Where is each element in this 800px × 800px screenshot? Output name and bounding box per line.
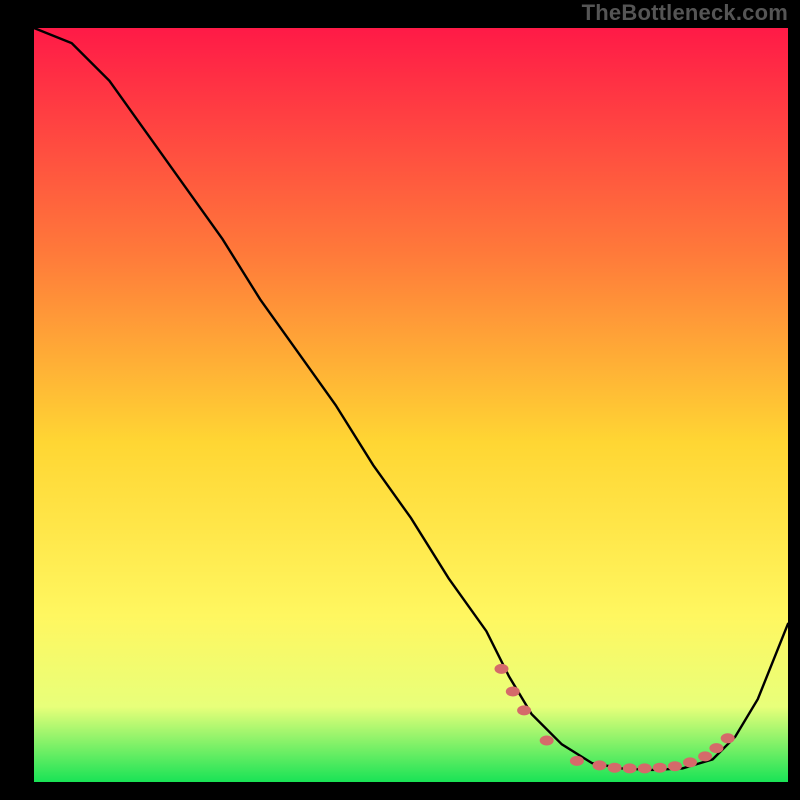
marker-dot [517, 705, 531, 715]
marker-dot [709, 743, 723, 753]
plot-background [34, 28, 788, 782]
marker-dot [593, 760, 607, 770]
watermark-text: TheBottleneck.com [582, 0, 788, 26]
marker-dot [495, 664, 509, 674]
marker-dot [623, 763, 637, 773]
marker-dot [698, 751, 712, 761]
marker-dot [506, 687, 520, 697]
marker-dot [570, 756, 584, 766]
marker-dot [608, 763, 622, 773]
marker-dot [721, 733, 735, 743]
marker-dot [683, 757, 697, 767]
bottleneck-chart [0, 0, 800, 800]
marker-dot [653, 763, 667, 773]
marker-dot [540, 736, 554, 746]
marker-dot [638, 763, 652, 773]
chart-container: TheBottleneck.com [0, 0, 800, 800]
marker-dot [668, 761, 682, 771]
